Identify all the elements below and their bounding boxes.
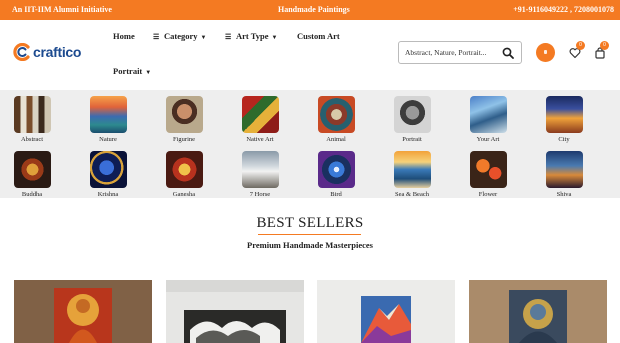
wishlist-count-badge: 0 xyxy=(576,41,585,50)
category-label: City xyxy=(558,136,570,143)
category-krishna[interactable]: Krishna xyxy=(78,151,138,198)
category-label: 7 Horse xyxy=(249,191,271,198)
category-label: Sea & Beach xyxy=(395,191,429,198)
nav-custom-art[interactable]: Custom Art xyxy=(297,31,340,41)
product-image xyxy=(469,280,607,343)
abstract-thumbnail xyxy=(13,96,51,133)
category-strip: Abstract Nature Figurine Native Art Anim… xyxy=(0,90,620,198)
category-7-horse[interactable]: 7 Horse xyxy=(230,151,290,198)
handmade-paintings-text: Handmade Paintings xyxy=(278,5,350,14)
category-ganesha[interactable]: Ganesha xyxy=(154,151,214,198)
flower-thumbnail xyxy=(469,151,507,188)
product-card-mountain-painting[interactable] xyxy=(317,280,455,343)
announcement-bar: An IIT-IIM Alumni Initiative Handmade Pa… xyxy=(0,0,620,20)
category-label: Flower xyxy=(478,191,498,198)
chevron-down-icon: ▼ xyxy=(200,35,207,41)
nav-category-label: Category xyxy=(164,31,198,41)
brand-name: craftico xyxy=(33,44,82,60)
category-your-art[interactable]: Your Art xyxy=(458,96,518,143)
ganesha-thumbnail xyxy=(165,151,203,188)
product-card-buddha-painting[interactable] xyxy=(14,280,152,343)
phone-numbers[interactable]: +91-9116049222 , 7208001078 xyxy=(513,5,614,14)
list-icon: ☰ xyxy=(225,33,232,41)
nav-home[interactable]: Home xyxy=(113,31,135,41)
category-label: Ganesha xyxy=(172,191,196,198)
nav-art-type[interactable]: ☰ Art Type ▼ xyxy=(225,31,277,41)
search-box xyxy=(398,41,522,64)
product-image xyxy=(166,280,304,343)
shiva-thumbnail xyxy=(545,151,583,188)
category-sea-beach[interactable]: Sea & Beach xyxy=(382,151,442,198)
cart-count-badge: 0 xyxy=(600,41,609,50)
category-abstract[interactable]: Abstract xyxy=(2,96,62,143)
nav-custom-art-label: Custom Art xyxy=(297,31,340,41)
category-label: Animal xyxy=(326,136,346,143)
nav-portrait-label: Portrait xyxy=(113,66,143,76)
category-shiva[interactable]: Shiva xyxy=(534,151,594,198)
product-card-horses-painting[interactable] xyxy=(166,280,304,343)
category-label: Abstract xyxy=(20,136,44,143)
nav-home-label: Home xyxy=(113,31,135,41)
your-art-thumbnail xyxy=(469,96,507,133)
nav-portrait[interactable]: Portrait ▼ xyxy=(113,66,151,76)
category-bird[interactable]: Bird xyxy=(306,151,366,198)
category-label: Krishna xyxy=(97,191,119,198)
category-animal[interactable]: Animal xyxy=(306,96,366,143)
portrait-thumbnail xyxy=(393,96,431,133)
category-label: Bird xyxy=(330,191,342,198)
category-label: Native Art xyxy=(246,136,274,143)
category-label: Nature xyxy=(99,136,117,143)
native-art-thumbnail xyxy=(241,96,279,133)
nav-art-type-label: Art Type xyxy=(236,31,269,41)
city-thumbnail xyxy=(545,96,583,133)
krishna-thumbnail xyxy=(89,151,127,188)
animal-thumbnail xyxy=(317,96,355,133)
category-portrait[interactable]: Portrait xyxy=(382,96,442,143)
7-horse-thumbnail xyxy=(241,151,279,188)
product-card-shiva-painting[interactable] xyxy=(469,280,607,343)
product-image xyxy=(14,280,152,343)
list-icon: ☰ xyxy=(153,33,160,41)
craftico-logo-icon xyxy=(13,43,30,61)
category-label: Portrait xyxy=(402,136,422,143)
best-sellers-heading: BEST SELLERS xyxy=(256,215,364,231)
alumni-initiative-text: An IIT-IIM Alumni Initiative xyxy=(12,5,112,14)
site-header: craftico Home ☰ Category ▼ ☰ Art Type ▼ Cust… xyxy=(0,20,620,90)
chevron-down-icon: ▼ xyxy=(145,70,152,76)
search-input[interactable] xyxy=(405,45,501,60)
account-button[interactable] xyxy=(536,43,555,62)
chevron-down-icon: ▼ xyxy=(271,35,278,41)
search-icon[interactable] xyxy=(502,47,514,59)
buddha-thumbnail xyxy=(13,151,51,188)
brand-logo[interactable]: craftico xyxy=(13,43,83,63)
bird-thumbnail xyxy=(317,151,355,188)
nature-thumbnail xyxy=(89,96,127,133)
nav-category[interactable]: ☰ Category ▼ xyxy=(153,31,206,41)
product-image xyxy=(317,280,455,343)
category-buddha[interactable]: Buddha xyxy=(2,151,62,198)
category-figurine[interactable]: Figurine xyxy=(154,96,214,143)
category-label: Buddha xyxy=(21,191,43,198)
category-label: Figurine xyxy=(172,136,196,143)
heading-underline xyxy=(258,234,361,235)
category-label: Shiva xyxy=(556,191,572,198)
category-nature[interactable]: Nature xyxy=(78,96,138,143)
user-icon xyxy=(544,50,547,54)
best-sellers-subtitle: Premium Handmade Masterpieces xyxy=(247,240,373,250)
category-native-art[interactable]: Native Art xyxy=(230,96,290,143)
category-label: Your Art xyxy=(476,136,500,143)
sea-beach-thumbnail xyxy=(393,151,431,188)
category-city[interactable]: City xyxy=(534,96,594,143)
figurine-thumbnail xyxy=(165,96,203,133)
category-flower[interactable]: Flower xyxy=(458,151,518,198)
